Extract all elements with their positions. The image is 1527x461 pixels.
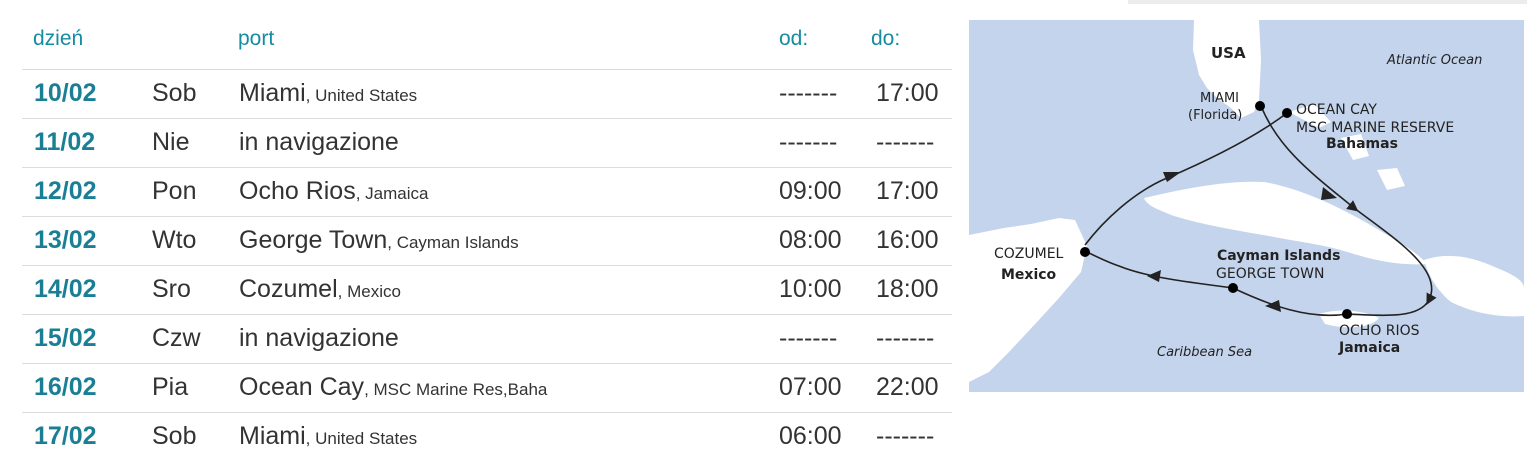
port-dot-miami: [1255, 101, 1265, 111]
port-country: , Mexico: [337, 282, 401, 301]
port-name: Miami: [239, 422, 306, 450]
port-name: Ocean Cay: [239, 373, 365, 401]
table-row: 16/02 Pia Ocean Cay, MSC Marine Res,Baha 07…: [22, 364, 952, 413]
row-port: Ocho Rios, Jamaica: [239, 177, 428, 206]
route-map: USA Atlantic Ocean MIAMI (Florida) OCEAN…: [969, 20, 1524, 392]
row-date: 15/02: [34, 324, 97, 352]
row-weekday: Czw: [152, 324, 201, 352]
port-country: , MSC Marine Res,Baha: [364, 380, 548, 399]
row-departure: 22:00: [876, 373, 939, 401]
label-florida: (Florida): [1188, 108, 1242, 123]
table-row: 13/02 Wto George Town, Cayman Islands 08:00…: [22, 217, 952, 266]
row-date: 17/02: [34, 422, 97, 450]
row-date: 13/02: [34, 226, 97, 254]
row-weekday: Pia: [152, 373, 189, 401]
row-port: Cozumel, Mexico: [239, 275, 401, 304]
row-port: George Town, Cayman Islands: [239, 226, 519, 255]
row-date: 11/02: [34, 128, 96, 156]
table-row: 14/02 Sro Cozumel, Mexico 10:00 18:00: [22, 266, 952, 315]
table-body: 10/02 Sob Miami, United States ------- 17:00…: [22, 70, 952, 461]
label-jamaica: Jamaica: [1338, 340, 1400, 356]
port-country: , Jamaica: [355, 184, 429, 203]
label-mexico: Mexico: [1001, 267, 1057, 283]
port-name: Ocho Rios: [239, 177, 356, 205]
row-date: 12/02: [34, 177, 97, 205]
label-george-town: GEORGE TOWN: [1216, 266, 1324, 282]
label-ocean-cay: OCEAN CAY: [1296, 102, 1377, 118]
row-port: in navigazione: [239, 324, 399, 353]
port-country: , Cayman Islands: [387, 233, 519, 252]
row-arrival: 09:00: [779, 177, 842, 205]
row-weekday: Sob: [152, 79, 197, 107]
row-weekday: Pon: [152, 177, 197, 205]
port-name: Miami: [239, 79, 306, 107]
row-port: Miami, United States: [239, 422, 417, 451]
row-arrival: -------: [779, 128, 838, 156]
port-dot-ocho-rios: [1342, 309, 1352, 319]
row-departure: -------: [876, 128, 935, 156]
port-dot-cozumel: [1080, 247, 1090, 257]
itinerary-table: dzień port od: do: 10/02 Sob Miami, United…: [22, 18, 952, 461]
header-port: port: [238, 27, 275, 50]
row-departure: -------: [876, 324, 935, 352]
port-name: George Town: [239, 226, 388, 254]
port-name: in navigazione: [239, 128, 399, 156]
row-weekday: Sro: [152, 275, 191, 303]
row-weekday: Wto: [152, 226, 197, 254]
port-name: Cozumel: [239, 275, 338, 303]
header-from: od:: [779, 27, 809, 50]
row-departure: -------: [876, 422, 935, 450]
row-arrival: -------: [779, 324, 838, 352]
row-date: 16/02: [34, 373, 97, 401]
row-port: Miami, United States: [239, 79, 417, 108]
port-country: , United States: [305, 86, 418, 105]
row-arrival: 10:00: [779, 275, 842, 303]
label-caribbean: Caribbean Sea: [1157, 345, 1252, 360]
port-name: in navigazione: [239, 324, 399, 352]
row-port: Ocean Cay, MSC Marine Res,Baha: [239, 373, 547, 402]
label-cayman: Cayman Islands: [1217, 248, 1340, 264]
table-row: 12/02 Pon Ocho Rios, Jamaica 09:00 17:00: [22, 168, 952, 217]
row-port: in navigazione: [239, 128, 399, 157]
label-bahamas: Bahamas: [1326, 136, 1398, 152]
row-arrival: 06:00: [779, 422, 842, 450]
table-row: 10/02 Sob Miami, United States ------- 17:00: [22, 70, 952, 119]
row-date: 10/02: [34, 79, 97, 107]
row-departure: 17:00: [876, 177, 939, 205]
top-divider: [1128, 0, 1527, 4]
label-marine-reserve: MSC MARINE RESERVE: [1296, 120, 1454, 136]
label-miami: MIAMI: [1200, 91, 1239, 106]
port-country: , United States: [305, 429, 418, 448]
table-header: dzień port od: do:: [22, 18, 952, 70]
port-dot-george-town: [1228, 283, 1238, 293]
port-dot-ocean-cay: [1282, 108, 1292, 118]
label-ocho-rios: OCHO RIOS: [1339, 323, 1420, 339]
row-arrival: -------: [779, 79, 838, 107]
row-departure: 18:00: [876, 275, 939, 303]
row-arrival: 07:00: [779, 373, 842, 401]
label-usa: USA: [1211, 44, 1246, 62]
row-departure: 17:00: [876, 79, 939, 107]
header-day: dzień: [33, 27, 84, 50]
row-weekday: Sob: [152, 422, 197, 450]
table-row: 15/02 Czw in navigazione ------- -------: [22, 315, 952, 364]
row-weekday: Nie: [152, 128, 190, 156]
row-date: 14/02: [34, 275, 97, 303]
row-arrival: 08:00: [779, 226, 842, 254]
row-departure: 16:00: [876, 226, 939, 254]
header-to: do:: [871, 27, 901, 50]
label-atlantic: Atlantic Ocean: [1386, 53, 1482, 68]
table-row: 11/02 Nie in navigazione ------- -------: [22, 119, 952, 168]
label-cozumel: COZUMEL: [994, 246, 1064, 262]
